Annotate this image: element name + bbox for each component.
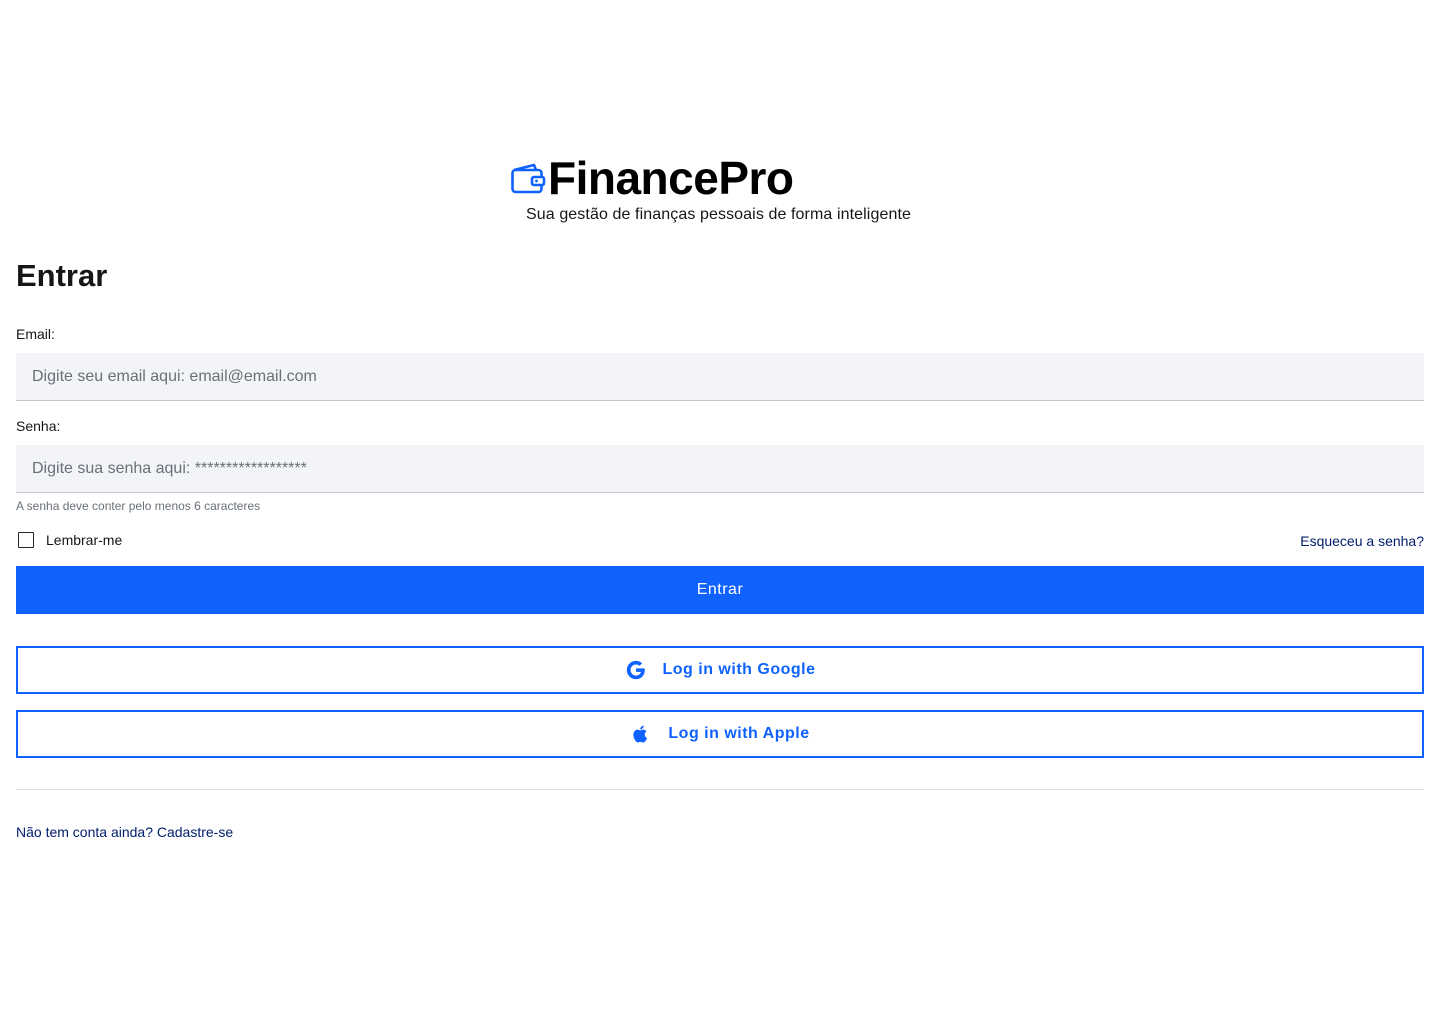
apple-login-label: Log in with Apple — [668, 725, 810, 742]
remember-me-checkbox[interactable] — [18, 532, 34, 548]
password-field[interactable] — [16, 445, 1424, 493]
signup-link[interactable]: Não tem conta ainda? Cadastre-se — [16, 824, 233, 840]
remember-me-label: Lembrar-me — [46, 532, 123, 548]
divider — [16, 789, 1424, 790]
google-login-label: Log in with Google — [662, 661, 816, 678]
brand-tagline: Sua gestão de finanças pessoais de forma… — [526, 206, 912, 223]
password-label: Senha: — [16, 418, 61, 434]
brand-name: FinancePro — [548, 152, 794, 204]
email-field[interactable] — [16, 353, 1424, 401]
login-submit-button[interactable]: Entrar — [16, 566, 1424, 614]
remember-me-control[interactable]: Lembrar-me — [16, 532, 122, 548]
apple-login-button[interactable]: Log in with Apple — [16, 710, 1424, 758]
google-icon — [625, 659, 647, 681]
password-helper-text: A senha deve conter pelo menos 6 caracte… — [16, 499, 261, 513]
email-label: Email: — [16, 326, 55, 342]
page-title: Entrar — [16, 258, 108, 293]
google-login-button[interactable]: Log in with Google — [16, 646, 1424, 694]
apple-icon — [630, 723, 652, 745]
wallet-icon — [510, 159, 548, 197]
login-form: Entrar Email: Senha: A senha deve conter… — [16, 254, 1424, 840]
brand-header: FinancePro Sua gestão de finanças pessoa… — [510, 152, 950, 223]
forgot-password-link[interactable]: Esqueceu a senha? — [1300, 533, 1424, 549]
